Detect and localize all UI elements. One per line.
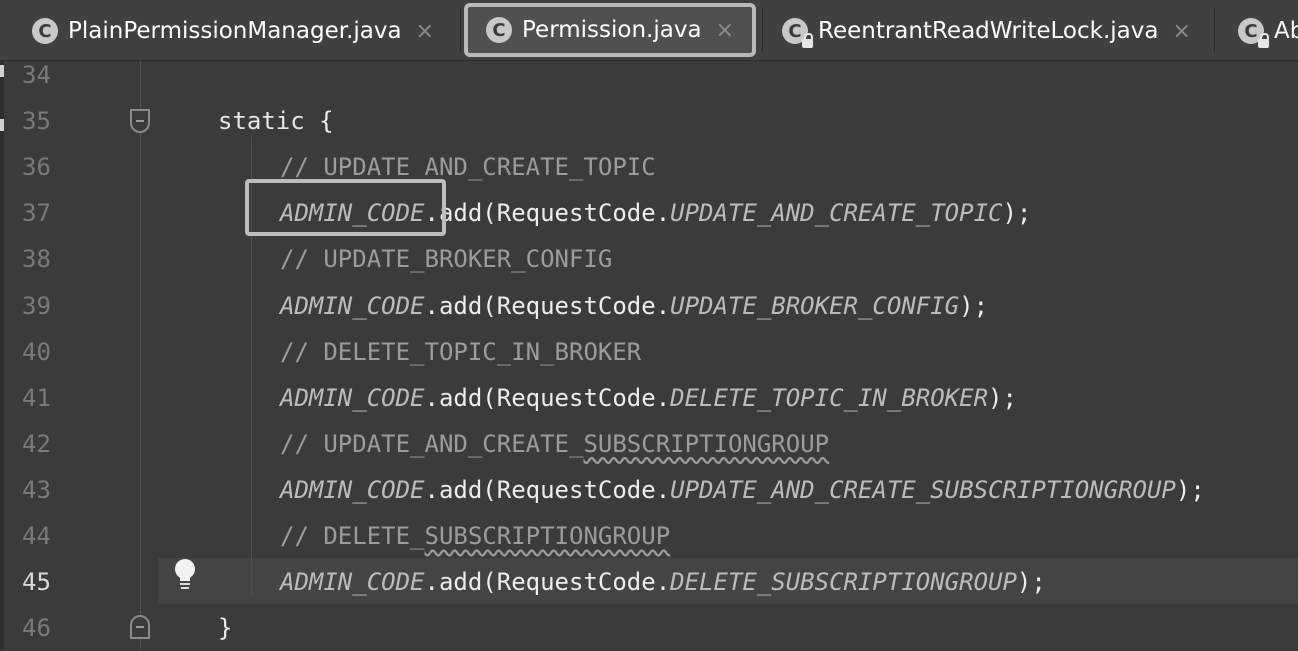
comment-text: DELETE_: [323, 522, 425, 550]
method-call: .add(RequestCode.: [424, 383, 671, 412]
tab-separator: [460, 8, 461, 52]
brace: {: [319, 107, 334, 136]
comment-text: UPDATE_AND_CREATE_: [323, 429, 584, 458]
close-icon[interactable]: ×: [416, 19, 434, 44]
class-icon: C: [32, 18, 58, 44]
line-number: 43: [22, 475, 51, 504]
code-line: 44 // DELETE_SUBSCRIPTIONGROUP: [0, 513, 1298, 559]
lightbulb-icon[interactable]: [175, 559, 195, 591]
request-code-constant: UPDATE_BROKER_CONFIG: [670, 291, 960, 320]
static-field: ADMIN_CODE: [280, 475, 425, 504]
request-code-constant: UPDATE_AND_CREATE_SUBSCRIPTIONGROUP: [670, 475, 1176, 504]
line-number: 40: [22, 337, 51, 366]
code-line: 40 // DELETE_TOPIC_IN_BROKER: [0, 329, 1298, 375]
abstract-class-locked-icon: C: [1238, 18, 1269, 48]
code-line: 37 ADMIN_CODE.add(RequestCode.UPDATE_AND_…: [0, 190, 1298, 236]
method-call: .add(RequestCode.: [424, 568, 671, 597]
line-number: 35: [22, 107, 51, 136]
comment-prefix: //: [280, 429, 324, 458]
code-text: // DELETE_TOPIC_IN_BROKER: [280, 329, 641, 375]
code-text: ADMIN_CODE.add(RequestCode.UPDATE_AND_CR…: [280, 467, 1205, 513]
line-number: 46: [22, 614, 51, 643]
line-number: 34: [22, 61, 51, 89]
code-text: ADMIN_CODE.add(RequestCode.DELETE_TOPIC_…: [280, 375, 1017, 421]
comment-prefix: //: [280, 522, 324, 550]
static-field: ADMIN_CODE: [280, 291, 425, 320]
comment-text: UPDATE_BROKER_CONFIG: [323, 245, 613, 274]
line-number: 39: [22, 291, 51, 320]
code-line: 35 static {: [0, 98, 1298, 144]
code-line: 42 // UPDATE_AND_CREATE_SUBSCRIPTIONGROUP: [0, 421, 1298, 467]
fold-end-icon[interactable]: [130, 615, 150, 639]
line-number: 45: [22, 568, 51, 597]
highlight-box-admin-code: [245, 179, 446, 236]
call-end: );: [959, 291, 989, 320]
tab-label: Ab: [1274, 18, 1298, 44]
method-call: .add(RequestCode.: [424, 199, 671, 228]
line-number: 36: [22, 153, 51, 182]
call-end: );: [988, 383, 1017, 412]
call-end: );: [1016, 568, 1046, 597]
brace: }: [218, 614, 233, 643]
static-field: ADMIN_CODE: [280, 383, 425, 412]
request-code-constant: DELETE_SUBSCRIPTIONGROUP: [670, 568, 1017, 597]
fold-collapse-icon[interactable]: [130, 109, 150, 133]
comment-typo: SUBSCRIPTIONGROUP: [424, 522, 671, 550]
close-icon[interactable]: ×: [716, 18, 734, 43]
method-call: .add(RequestCode.: [424, 475, 671, 504]
lock-icon: [1258, 33, 1269, 48]
class-locked-icon: C: [782, 18, 813, 48]
tab-label: Permission.java: [522, 17, 702, 43]
code-text: // UPDATE_BROKER_CONFIG: [280, 236, 612, 282]
code-line: 43 ADMIN_CODE.add(RequestCode.UPDATE_AND_…: [0, 467, 1298, 513]
lock-icon: [802, 33, 813, 48]
code-line: 39 ADMIN_CODE.add(RequestCode.UPDATE_BROK…: [0, 283, 1298, 329]
line-number: 42: [22, 429, 51, 458]
code-text: // DELETE_SUBSCRIPTIONGROUP: [280, 513, 670, 559]
code-text: // UPDATE_AND_CREATE_SUBSCRIPTIONGROUP: [280, 421, 829, 467]
comment-prefix: //: [280, 153, 324, 182]
tab-label: ReentrantReadWriteLock.java: [818, 18, 1159, 44]
code-line: 36 // UPDATE_AND_CREATE_TOPIC: [0, 144, 1298, 190]
code-editor[interactable]: 34 35 static {36// UPDATE_AND_CREATE_TOPIC…: [0, 61, 1298, 649]
request-code-constant: DELETE_TOPIC_IN_BROKER: [670, 383, 989, 412]
code-text: static {: [218, 98, 334, 144]
method-call: .add(RequestCode.: [424, 291, 671, 320]
tab-label: PlainPermissionManager.java: [68, 18, 402, 44]
line-number: 38: [22, 245, 51, 274]
class-icon: C: [486, 17, 512, 43]
line-number: 37: [22, 199, 51, 228]
keyword-static: static: [218, 107, 305, 136]
code-line: 46}: [0, 605, 1298, 651]
close-icon[interactable]: ×: [1172, 19, 1190, 44]
static-field: ADMIN_CODE: [280, 568, 425, 597]
code-text: ADMIN_CODE.add(RequestCode.UPDATE_BROKER…: [280, 283, 988, 329]
call-end: );: [1002, 199, 1032, 228]
request-code-constant: UPDATE_AND_CREATE_TOPIC: [670, 199, 1003, 228]
code-line: 41 ADMIN_CODE.add(RequestCode.DELETE_TOPI…: [0, 375, 1298, 421]
tab-separator: [762, 8, 763, 52]
comment-prefix: //: [280, 245, 324, 274]
code-text: }: [218, 605, 232, 651]
comment-typo: SUBSCRIPTIONGROUP: [583, 429, 830, 458]
comment-text: DELETE_TOPIC_IN_BROKER: [323, 337, 642, 366]
tab-separator: [1214, 8, 1215, 52]
call-end: );: [1175, 475, 1205, 504]
code-line: 38 // UPDATE_BROKER_CONFIG: [0, 236, 1298, 282]
line-number: 41: [22, 383, 51, 412]
line-number: 44: [22, 522, 51, 550]
tab-2[interactable]: C Permission.java ×: [464, 3, 756, 57]
comment-text: UPDATE_AND_CREATE_TOPIC: [323, 153, 656, 182]
comment-prefix: //: [280, 337, 324, 366]
code-line: 34: [0, 52, 1298, 98]
code-text: ADMIN_CODE.add(RequestCode.DELETE_SUBSCR…: [280, 559, 1046, 605]
